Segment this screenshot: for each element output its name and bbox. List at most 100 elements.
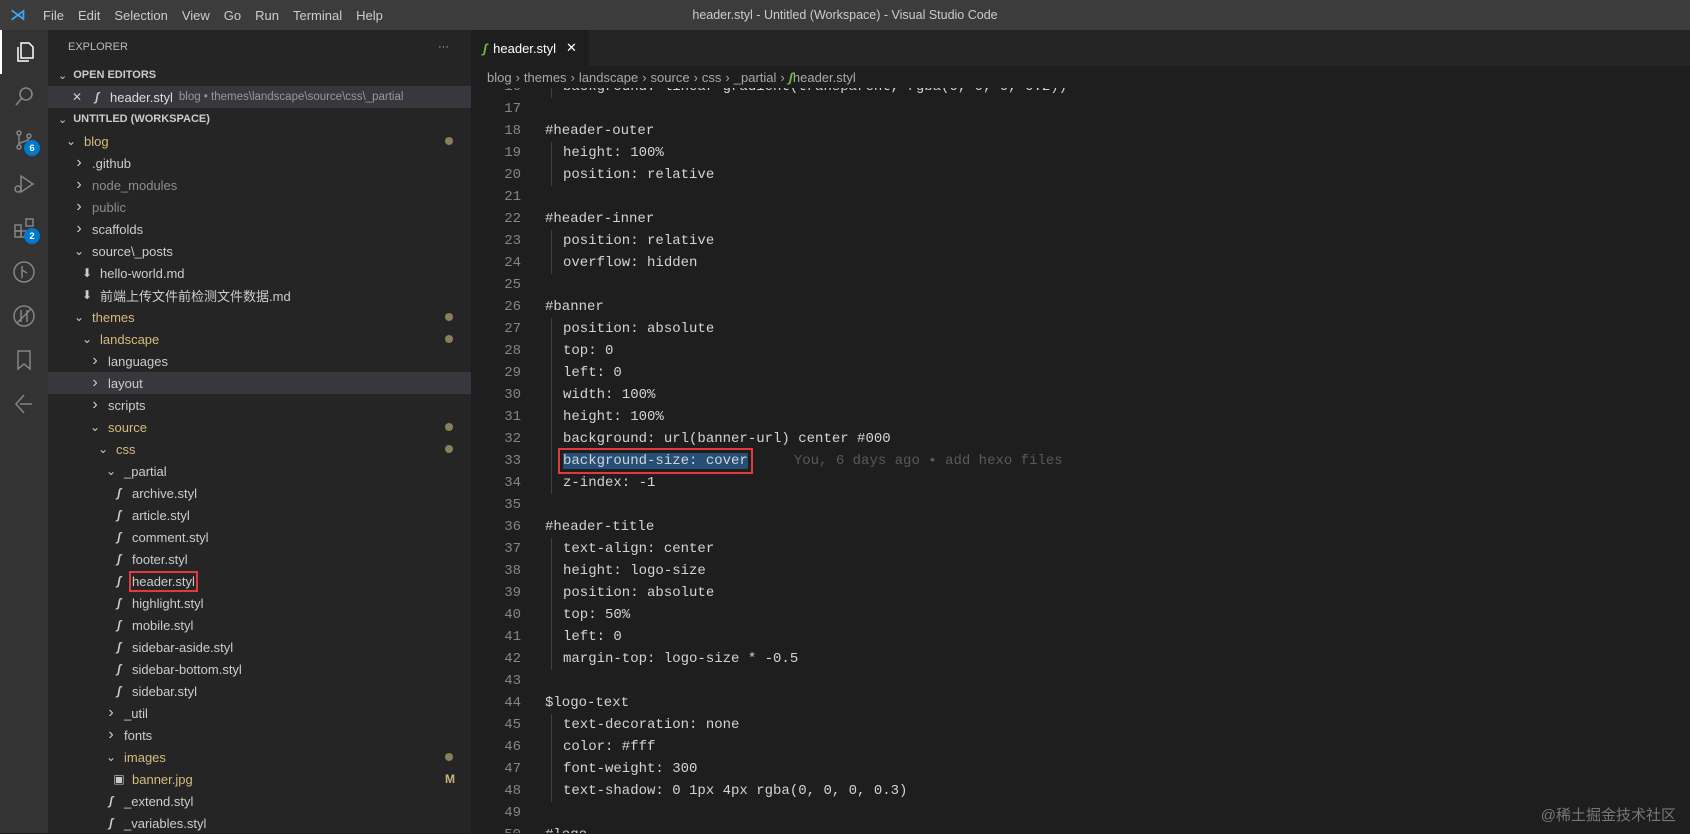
tree-item[interactable]: ⬇ hello-world.md (48, 262, 471, 284)
breadcrumb-item[interactable]: blog (487, 70, 512, 85)
source-control-badge: 6 (24, 140, 40, 156)
tree-item[interactable]: ⌄ blog (48, 130, 471, 152)
code-line: 42 margin-top: logo-size * -0.5 (471, 648, 1690, 670)
code-editor[interactable]: 16 background: linear-gradient(transparen… (471, 88, 1690, 833)
tree-item[interactable]: ⌄ css (48, 438, 471, 460)
markdown-file-icon: ⬇ (81, 288, 93, 302)
menu-go[interactable]: Go (224, 8, 241, 23)
breadcrumb-item[interactable]: themes (524, 70, 567, 85)
menu-view[interactable]: View (182, 8, 210, 23)
gitlens-icon[interactable] (0, 382, 48, 426)
tree-item-label: article.styl (132, 507, 190, 523)
indent-guide (551, 428, 552, 450)
tree-item[interactable]: › node_modules (48, 174, 471, 196)
tree-item[interactable]: ʃ archive.styl (48, 482, 471, 504)
tree-item[interactable]: ʃ comment.styl (48, 526, 471, 548)
menu-terminal[interactable]: Terminal (293, 8, 342, 23)
line-number: 17 (504, 101, 521, 117)
tree-item-label: images (124, 749, 166, 765)
menu-edit[interactable]: Edit (78, 8, 100, 23)
breadcrumb-item[interactable]: css (702, 70, 722, 85)
bookmarks-icon[interactable] (0, 338, 48, 382)
more-actions-button[interactable]: ··· (438, 41, 449, 53)
code-text: height: logo-size (563, 560, 706, 582)
code-text: overflow: hidden (563, 252, 697, 274)
menu-help[interactable]: Help (356, 8, 383, 23)
code-content: position: relative (563, 233, 715, 249)
markdown-file-icon: ⬇ (81, 266, 93, 280)
explorer-icon[interactable] (0, 30, 48, 74)
stylus-file-icon: ʃ (117, 596, 121, 610)
chevron-right-icon: › (515, 69, 520, 85)
indent-guide (551, 406, 552, 428)
code-text: color: #fff (563, 736, 655, 758)
tree-item[interactable]: › scaffolds (48, 218, 471, 240)
indent-guide (551, 450, 552, 472)
search-icon[interactable] (0, 74, 48, 118)
tree-item[interactable]: ʃ sidebar-bottom.styl (48, 658, 471, 680)
code-content: position: absolute (563, 321, 715, 337)
menu-run[interactable]: Run (255, 8, 279, 23)
tree-item[interactable]: › layout (48, 372, 471, 394)
close-tab-icon[interactable]: ✕ (566, 40, 577, 56)
tree-item[interactable]: ⬇ 前端上传文件前检测文件数据.md (48, 284, 471, 306)
code-text: height: 100% (563, 142, 664, 164)
indent-guide (551, 472, 552, 494)
breadcrumb-item[interactable]: landscape (579, 70, 638, 85)
tree-item[interactable]: ʃ sidebar.styl (48, 680, 471, 702)
tree-item[interactable]: ▣ banner.jpg M (48, 768, 471, 790)
tree-item[interactable]: ⌄ landscape (48, 328, 471, 350)
breadcrumb-item[interactable]: _partial (734, 70, 777, 85)
workspace-section[interactable]: ⌄ UNTITLED (WORKSPACE) (48, 108, 471, 130)
tree-item[interactable]: › languages (48, 350, 471, 372)
tree-item[interactable]: ʃ article.styl (48, 504, 471, 526)
run-debug-icon[interactable] (0, 162, 48, 206)
tree-item[interactable]: ʃ header.styl (48, 570, 471, 592)
tree-item[interactable]: ʃ mobile.styl (48, 614, 471, 636)
menu-selection[interactable]: Selection (114, 8, 167, 23)
open-editor-item[interactable]: ✕ ʃ header.styl blog • themes\landscape\… (48, 86, 471, 108)
tree-item[interactable]: ʃ highlight.styl (48, 592, 471, 614)
menu-file[interactable]: File (43, 8, 64, 23)
indent-guide (551, 780, 552, 802)
open-editors-section[interactable]: ⌄ OPEN EDITORS (48, 64, 471, 86)
tree-item[interactable]: › _util (48, 702, 471, 724)
stylus-file-icon: ʃ (117, 486, 121, 500)
tree-item[interactable]: › .github (48, 152, 471, 174)
extensions-icon[interactable]: 2 (0, 206, 48, 250)
remote-sync-icon[interactable] (0, 294, 48, 338)
tree-item[interactable]: ⌄ images (48, 746, 471, 768)
tree-item[interactable]: ʃ sidebar-aside.styl (48, 636, 471, 658)
indent-guide (551, 88, 552, 98)
git-graph-icon[interactable] (0, 250, 48, 294)
code-content: left: 0 (563, 365, 622, 381)
code-content: font-weight: 300 (563, 761, 698, 777)
tab-label: header.styl (493, 40, 557, 56)
tree-item[interactable]: ⌄ source\_posts (48, 240, 471, 262)
tree-item[interactable]: › public (48, 196, 471, 218)
code-content: position: absolute (563, 585, 715, 601)
close-icon[interactable]: ✕ (70, 90, 84, 104)
tree-item[interactable]: › fonts (48, 724, 471, 746)
tree-item[interactable]: ⌄ source (48, 416, 471, 438)
tab-header-styl[interactable]: ʃ header.styl ✕ (471, 30, 589, 66)
tree-item-label: hello-world.md (100, 265, 185, 281)
breadcrumb-item[interactable]: source (651, 70, 690, 85)
source-control-icon[interactable]: 6 (0, 118, 48, 162)
tree-item-label: sidebar-bottom.styl (132, 661, 242, 677)
stylus-file-icon: ʃ (483, 40, 488, 56)
line-number: 36 (504, 519, 521, 535)
breadcrumb: blog › themes › landscape › source › css › _partia… (471, 66, 1690, 88)
code-line: 47 font-weight: 300 (471, 758, 1690, 780)
tree-item[interactable]: ⌄ _partial (48, 460, 471, 482)
stylus-file-icon: ʃ (117, 640, 121, 654)
line-number: 33 (504, 453, 521, 469)
tree-item[interactable]: ʃ _variables.styl (48, 812, 471, 834)
indent-guide (551, 648, 552, 670)
tree-item[interactable]: ʃ footer.styl (48, 548, 471, 570)
breadcrumb-item[interactable]: header.styl (793, 70, 856, 85)
code-content: #header-title (545, 519, 655, 535)
tree-item[interactable]: › scripts (48, 394, 471, 416)
tree-item[interactable]: ʃ _extend.styl (48, 790, 471, 812)
tree-item[interactable]: ⌄ themes (48, 306, 471, 328)
